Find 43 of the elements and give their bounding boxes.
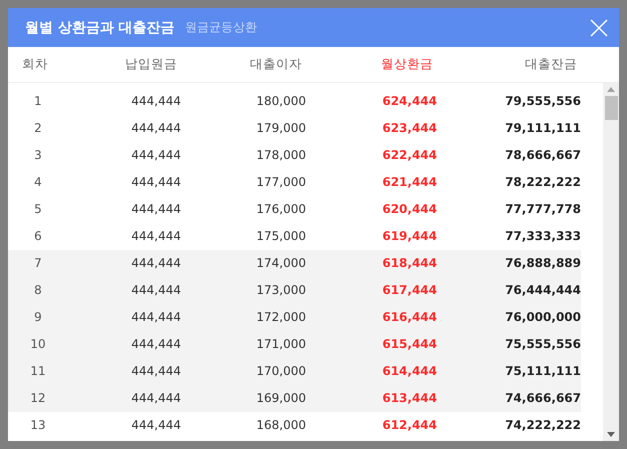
- table-cell: 444,444: [68, 250, 181, 277]
- dialog-title: 월별 상환금과 대출잔금: [25, 18, 175, 36]
- table-cell: 616,444: [306, 304, 437, 331]
- table-cell: 76,888,889: [437, 250, 581, 277]
- table-cell: 173,000: [181, 277, 306, 304]
- table-cell: 618,444: [306, 250, 437, 277]
- table-cell: 444,444: [68, 385, 181, 412]
- table-cell: 10: [8, 331, 68, 358]
- table-cell: 174,000: [181, 250, 306, 277]
- column-header: 대출이자: [250, 56, 303, 73]
- table-cell: 444,444: [68, 358, 181, 385]
- table-cell: 75,111,111: [437, 358, 581, 385]
- table-cell: 7: [8, 250, 68, 277]
- table-cell: 444,444: [68, 304, 181, 331]
- table-cell: 444,444: [68, 277, 181, 304]
- table-cell: 12: [8, 385, 68, 412]
- close-button[interactable]: [589, 18, 609, 38]
- scroll-thumb[interactable]: [604, 96, 618, 120]
- table-cell: 11: [8, 358, 68, 385]
- table-cell: 172,000: [181, 304, 306, 331]
- table-cell: 9: [8, 304, 68, 331]
- table-cell: 171,000: [181, 331, 306, 358]
- table-cell: 615,444: [306, 331, 437, 358]
- table-cell: 169,000: [181, 385, 306, 412]
- table-cell: 617,444: [306, 277, 437, 304]
- close-icon: [590, 18, 608, 36]
- table-cell: 8: [8, 277, 68, 304]
- scroll-down-icon[interactable]: [607, 432, 615, 437]
- column-header: 월상환금: [381, 56, 434, 73]
- table-cell: 75,555,556: [437, 331, 581, 358]
- column-header: 납입원금: [125, 56, 178, 73]
- table-cell: 76,444,444: [437, 277, 581, 304]
- scrollbar[interactable]: [603, 83, 619, 441]
- column-header: 회차: [21, 56, 49, 73]
- scroll-up-icon[interactable]: [607, 87, 615, 92]
- column-header: 대출잔금: [525, 56, 578, 73]
- table-cell: 76,000,000: [437, 304, 581, 331]
- dialog-subtitle: 원금균등상환: [184, 19, 257, 36]
- table-cell: 74,666,667: [437, 385, 581, 412]
- table-cell: 444,444: [68, 331, 181, 358]
- table-cell: 170,000: [181, 358, 306, 385]
- table-cell: 614,444: [306, 358, 437, 385]
- table-cell: 613,444: [306, 385, 437, 412]
